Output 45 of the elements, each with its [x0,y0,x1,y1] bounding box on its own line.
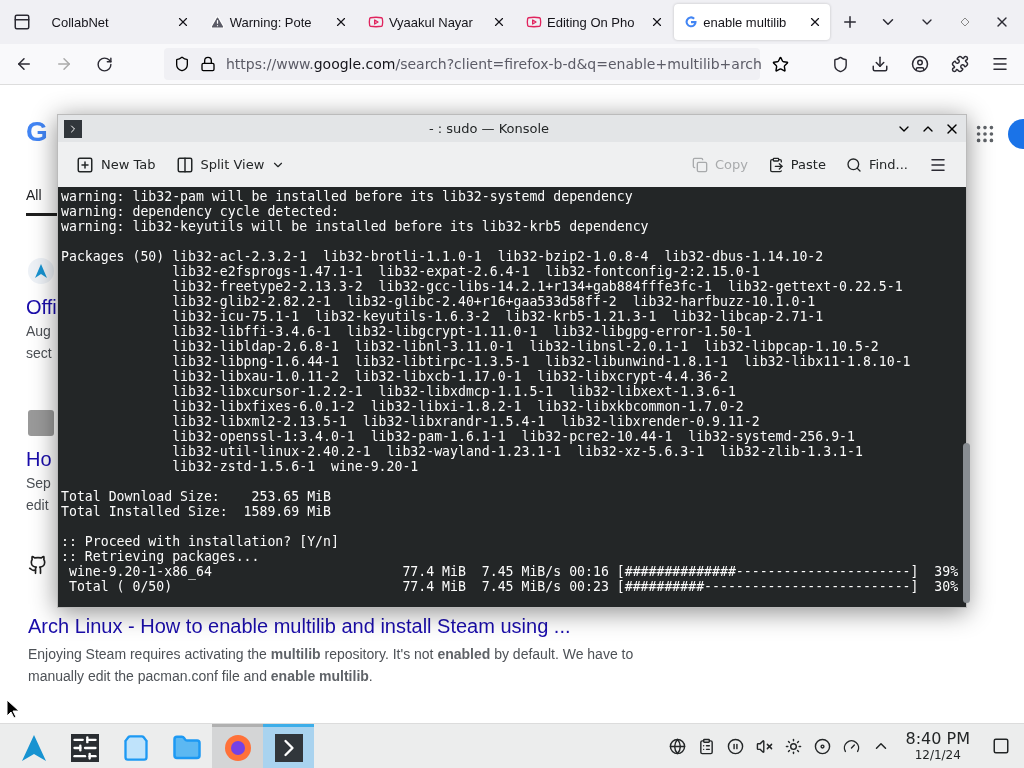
terminal-line: lib32-libldap-2.6.8-1 lib32-libnl-3.11.0-1 lib32-libnsl-2.0.1-1 lib32-libpcap-1.10.5-2 [171,339,880,354]
clock-date[interactable]: 12/1/24 [914,748,961,762]
browser-tab[interactable]: Editing On Pho [516,4,673,40]
terminal-line: lib32-e2fsprogs-1.47.1-1 lib32-expat-2.6.4-1 lib32-fontconfig-2:2.15.0-1 [171,264,761,279]
browser-tab[interactable]: enable multilib [674,4,831,40]
result-snippet: Aug [26,322,51,341]
result-snippet: sect [26,344,52,363]
terminal-line: :: Retrieving packages... [61,549,261,564]
result-title[interactable]: Offi [26,294,57,320]
terminal-line: warning: lib32-keyutils will be installed before its lib32-krb5 dependency [61,219,650,234]
result-title[interactable]: Ho [26,446,52,472]
clock-time[interactable]: 8:40 PM [905,730,970,748]
terminal-line: lib32-glib2-2.82.2-1 lib32-glibc-2.40+r16+gaa533d58ff-2 lib32-harfbuzz-10.1.0-1 [171,294,817,309]
terminal-line: warning: lib32-pam will be installed before its lib32-systemd dependency [61,189,634,204]
toolbar-button[interactable]: Paste [759,152,834,177]
terminal-line: Total Download Size: 253.65 MiB [61,489,332,504]
terminal-line: lib32-libffi-3.4.6-1 lib32-libgcrypt-1.11.0-1 lib32-libgpg-error-1.50-1 [171,324,753,339]
terminal-line: lib32-libpng-1.6.44-1 lib32-libtirpc-1.3.5-1 lib32-libunwind-1.8.1-1 lib32-libx11-1.8.10-1 [171,354,912,369]
terminal-line: lib32-libxml2-2.13.5-1 lib32-libxrandr-1.5.4-1 lib32-libxrender-0.9.11-2 [171,414,761,429]
toolbar-button[interactable]: Find... [837,152,916,177]
result-snippet: Sep [26,474,51,493]
terminal-line: lib32-libxcursor-1.2.2-1 lib32-libxdmcp-1.1.5-1 lib32-libxext-1.3.6-1 [171,384,737,399]
toolbar-button[interactable]: Split View [167,151,294,178]
browser-tab[interactable]: Vyaakul Nayar [357,4,515,40]
terminal-line: :: Proceed with installation? [Y/n] [61,534,340,549]
browser-tab[interactable]: Warning: Pote [199,4,356,40]
terminal-line: lib32-icu-75.1-1 lib32-keyutils-1.6.3-2 lib32-krb5-1.21.3-1 lib32-libcap-2.71-1 [171,309,825,324]
google-logo: G [26,115,48,149]
terminal-line: warning: dependency cycle detected: [61,204,340,219]
browser-tab[interactable]: CollabNet [41,4,198,40]
result-snippet: Enjoying Steam requires activating the multilib repository. It's not enabled by default. We have to manually edit the pacman.conf file and enable multilib. [28,645,635,686]
window-title: - : sudo — Konsole [427,121,551,136]
result-title[interactable]: Arch Linux - How to enable multilib and install Steam using ... [28,613,643,639]
result-snippet: edit [26,496,49,515]
terminal-line: Packages (50) lib32-acl-2.3.2-1 lib32-brotli-1.1.0-1 lib32-bzip2-1.0.8-4 lib32-dbus-1.14.10-2 [61,249,825,264]
terminal-line: Total ( 0/50) 77.4 MiB 7.45 MiB/s 00:23 [##########--------------------------] 30% [67,579,959,594]
terminal-line: lib32-freetype2-2.13.3-2 lib32-gcc-libs-14.2.1+r134+gab884fffe3fc-1 lib32-gettext-0.22.5-1 [171,279,904,294]
terminal-line: lib32-libxau-1.0.11-2 lib32-libxcb-1.17.0-1 lib32-libxcrypt-4.4.36-2 [171,369,729,384]
terminal-line: lib32-openssl-1:3.4.0-1 lib32-pam-1.6.1-1 lib32-pcre2-10.44-1 lib32-systemd-256.9-1 [171,429,856,444]
terminal-line: lib32-libxfixes-6.0.1-2 lib32-libxi-1.8.2-1 lib32-libxkbcommon-1.7.0-2 [171,399,745,414]
terminal-line: Total Installed Size: 1589.69 MiB [61,504,332,519]
toolbar-button[interactable]: New Tab [68,151,164,178]
terminal-line: wine-9.20-1-x86_64 77.4 MiB 7.45 MiB/s 00:16 [##############----------------------] 39% [67,564,959,579]
terminal-line: lib32-util-linux-2.40.2-1 lib32-wayland-1.23.1-1 lib32-xz-5.6.3-1 lib32-zlib-1.3.1-1 [171,444,864,459]
terminal-line: lib32-zstd-1.5.6-1 wine-9.20-1 [171,459,420,474]
